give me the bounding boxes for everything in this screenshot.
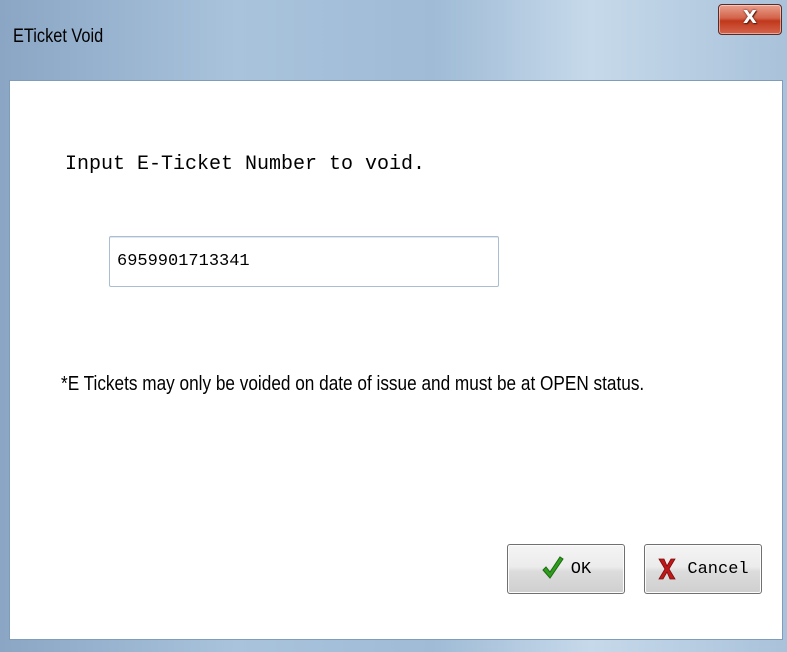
title-bar[interactable]: ETicket Void X (0, 0, 787, 80)
cancel-button[interactable]: Cancel (644, 544, 762, 594)
checkmark-icon (541, 556, 565, 582)
ok-button-label: OK (570, 559, 592, 579)
dialog-body: Input E-Ticket Number to void. *E Ticket… (9, 80, 783, 640)
close-icon: X (743, 7, 757, 28)
ticket-number-input[interactable] (109, 236, 499, 287)
close-button[interactable]: X (718, 4, 782, 35)
void-rules-note: *E Tickets may only be voided on date of… (61, 373, 645, 395)
ok-button[interactable]: OK (507, 544, 625, 594)
dialog-window: ETicket Void X Input E-Ticket Number to … (0, 0, 787, 652)
window-title: ETicket Void (13, 26, 104, 47)
cancel-button-label: Cancel (687, 559, 749, 579)
prompt-label: Input E-Ticket Number to void. (65, 153, 426, 176)
red-x-icon (657, 556, 681, 582)
